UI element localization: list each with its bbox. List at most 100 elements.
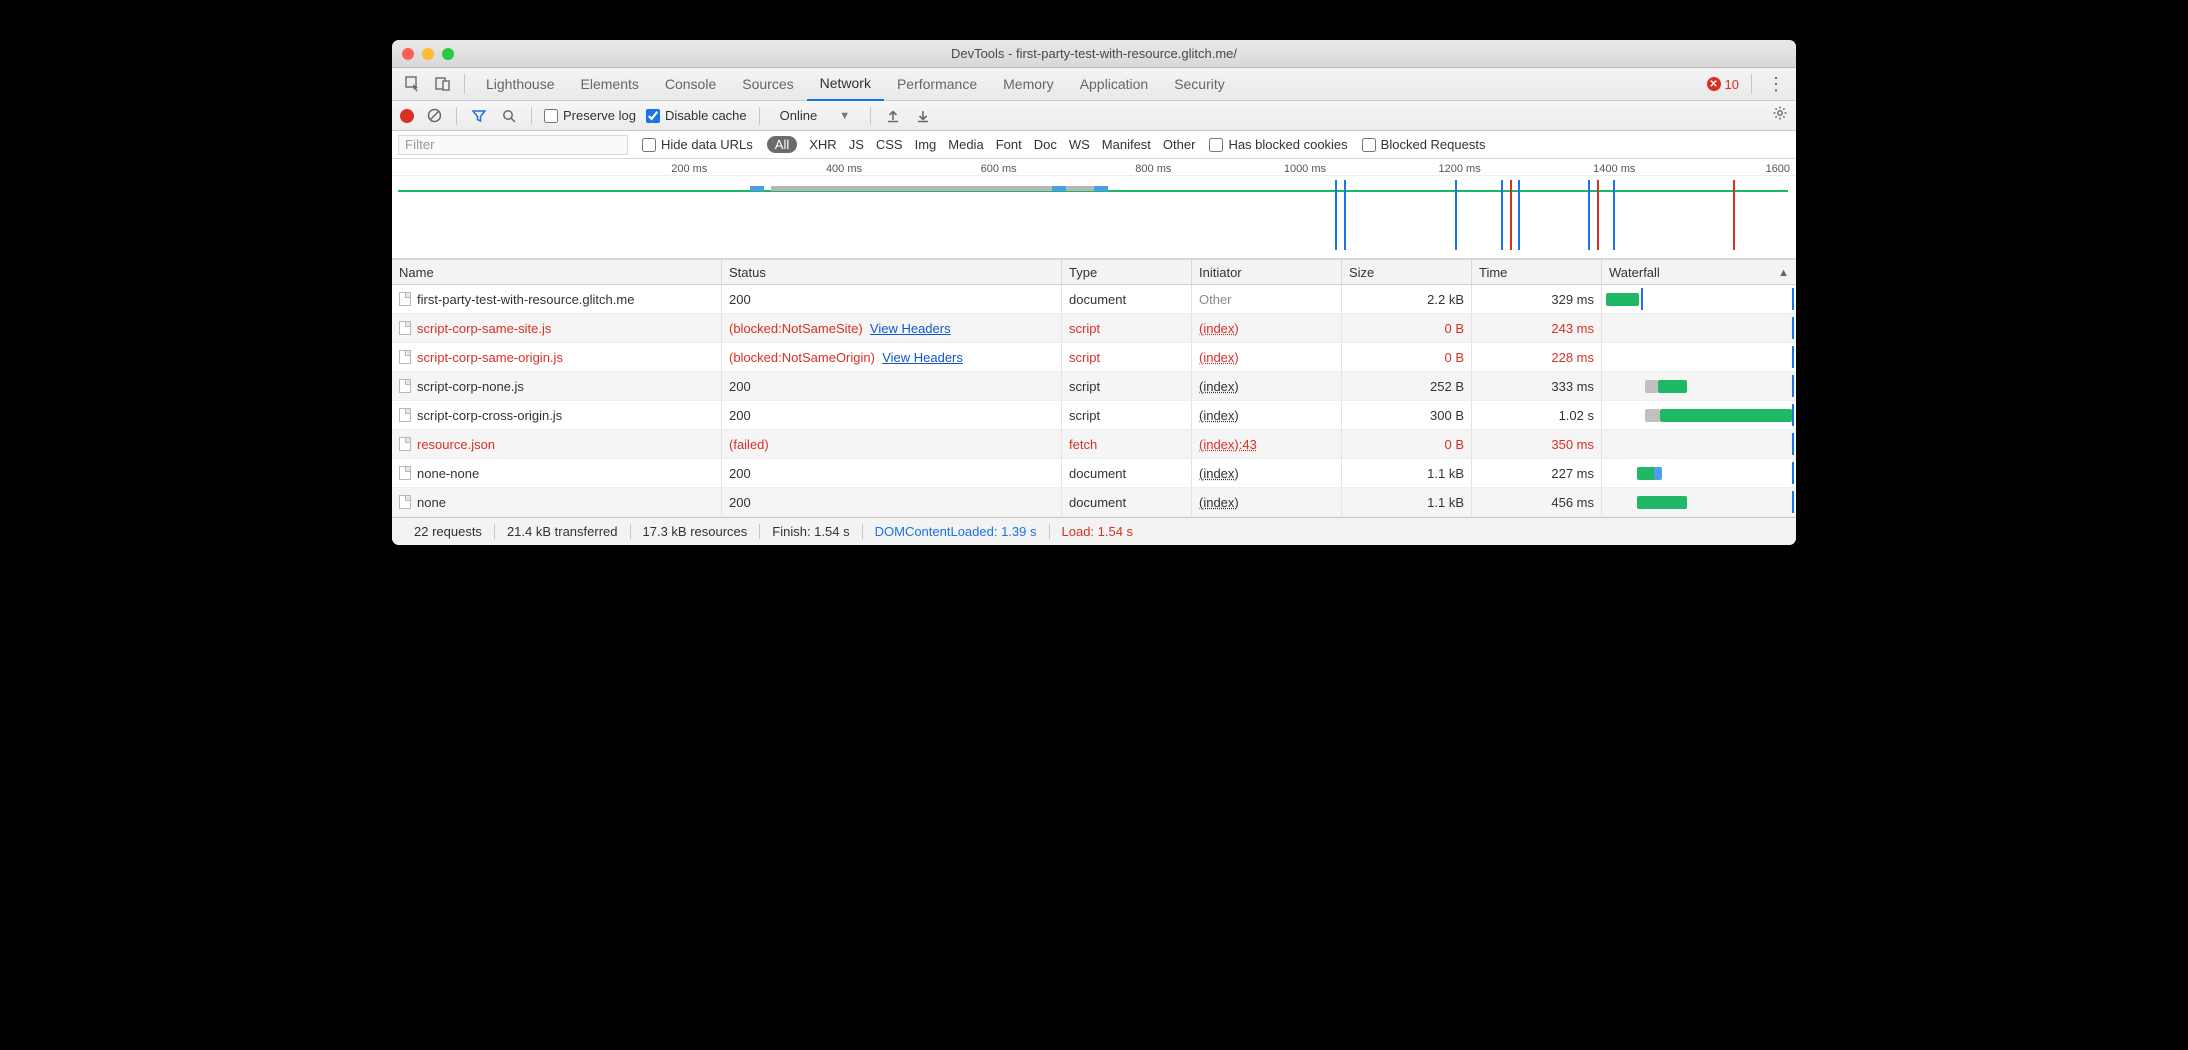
col-status[interactable]: Status bbox=[722, 260, 1062, 285]
col-size[interactable]: Size bbox=[1342, 260, 1472, 285]
col-time[interactable]: Time bbox=[1472, 260, 1602, 285]
disable-cache-input[interactable] bbox=[646, 109, 660, 123]
throttling-select[interactable]: Online ▼ bbox=[772, 106, 858, 125]
clear-icon[interactable] bbox=[424, 108, 444, 123]
cell-size: 1.1 kB bbox=[1342, 459, 1472, 487]
filter-type-all[interactable]: All bbox=[767, 136, 797, 153]
col-initiator[interactable]: Initiator bbox=[1192, 260, 1342, 285]
filter-type-xhr[interactable]: XHR bbox=[809, 137, 836, 152]
tab-performance[interactable]: Performance bbox=[884, 68, 990, 101]
col-type[interactable]: Type bbox=[1062, 260, 1192, 285]
timeline-tick: 1400 ms bbox=[1481, 163, 1636, 175]
timeline-segment bbox=[1094, 186, 1108, 191]
error-icon: ✕ bbox=[1707, 77, 1721, 91]
table-row[interactable]: none-none200document(index)1.1 kB227 ms bbox=[392, 459, 1796, 488]
upload-icon[interactable] bbox=[883, 109, 903, 123]
cell-status: (failed) bbox=[722, 430, 1062, 458]
waterfall-end-marker bbox=[1792, 346, 1794, 368]
disable-cache-checkbox[interactable]: Disable cache bbox=[646, 108, 747, 123]
filter-type-ws[interactable]: WS bbox=[1069, 137, 1090, 152]
separator bbox=[456, 107, 457, 125]
blocked-requests-checkbox[interactable]: Blocked Requests bbox=[1362, 137, 1486, 152]
cell-waterfall bbox=[1602, 488, 1796, 516]
filter-type-img[interactable]: Img bbox=[915, 137, 937, 152]
cell-waterfall bbox=[1602, 401, 1796, 429]
filter-input[interactable] bbox=[398, 135, 628, 155]
network-toolbar: Preserve log Disable cache Online ▼ bbox=[392, 101, 1796, 131]
table-row[interactable]: script-corp-same-origin.js(blocked:NotSa… bbox=[392, 343, 1796, 372]
inspect-element-icon[interactable] bbox=[400, 71, 426, 97]
initiator-link[interactable]: (index) bbox=[1199, 408, 1239, 423]
table-body[interactable]: first-party-test-with-resource.glitch.me… bbox=[392, 285, 1796, 517]
table-row[interactable]: first-party-test-with-resource.glitch.me… bbox=[392, 285, 1796, 314]
filter-type-css[interactable]: CSS bbox=[876, 137, 903, 152]
cell-time: 333 ms bbox=[1472, 372, 1602, 400]
filter-type-font[interactable]: Font bbox=[996, 137, 1022, 152]
tab-application[interactable]: Application bbox=[1067, 68, 1162, 101]
tab-console[interactable]: Console bbox=[652, 68, 729, 101]
waterfall-end-marker bbox=[1792, 491, 1794, 513]
filter-type-js[interactable]: JS bbox=[849, 137, 864, 152]
filter-type-doc[interactable]: Doc bbox=[1034, 137, 1057, 152]
window-title: DevTools - first-party-test-with-resourc… bbox=[392, 46, 1796, 61]
timeline-marker bbox=[1613, 180, 1615, 250]
status-resources: 17.3 kB resources bbox=[631, 524, 761, 539]
view-headers-link[interactable]: View Headers bbox=[870, 321, 951, 336]
file-icon bbox=[399, 321, 411, 335]
cell-size: 2.2 kB bbox=[1342, 285, 1472, 313]
device-toolbar-icon[interactable] bbox=[430, 71, 456, 97]
timeline-marker bbox=[1588, 180, 1590, 250]
timeline-overview[interactable]: 200 ms400 ms600 ms800 ms1000 ms1200 ms14… bbox=[392, 159, 1796, 259]
record-button[interactable] bbox=[400, 109, 414, 123]
cell-waterfall bbox=[1602, 285, 1796, 313]
status-bar: 22 requests 21.4 kB transferred 17.3 kB … bbox=[392, 517, 1796, 545]
waterfall-bar bbox=[1645, 409, 1661, 422]
cell-waterfall bbox=[1602, 430, 1796, 458]
has-blocked-cookies-checkbox[interactable]: Has blocked cookies bbox=[1209, 137, 1347, 152]
initiator-link[interactable]: (index) bbox=[1199, 379, 1239, 394]
more-menu-icon[interactable]: ⋮ bbox=[1764, 74, 1788, 95]
view-headers-link[interactable]: View Headers bbox=[882, 350, 963, 365]
preserve-log-checkbox[interactable]: Preserve log bbox=[544, 108, 636, 123]
timeline-tick: 800 ms bbox=[1017, 163, 1172, 175]
tab-network[interactable]: Network bbox=[807, 68, 884, 101]
cell-name: resource.json bbox=[392, 430, 722, 458]
waterfall-bar bbox=[1645, 380, 1659, 393]
cell-time: 350 ms bbox=[1472, 430, 1602, 458]
initiator-link[interactable]: (index) bbox=[1199, 495, 1239, 510]
file-icon bbox=[399, 379, 411, 393]
tab-memory[interactable]: Memory bbox=[990, 68, 1067, 101]
preserve-log-input[interactable] bbox=[544, 109, 558, 123]
initiator-link[interactable]: (index) bbox=[1199, 321, 1239, 336]
filter-type-manifest[interactable]: Manifest bbox=[1102, 137, 1151, 152]
tab-sources[interactable]: Sources bbox=[729, 68, 806, 101]
hide-data-urls-checkbox[interactable]: Hide data URLs bbox=[642, 137, 753, 152]
search-icon[interactable] bbox=[499, 109, 519, 123]
table-row[interactable]: resource.json(failed)fetch(index):430 B3… bbox=[392, 430, 1796, 459]
table-row[interactable]: script-corp-same-site.js(blocked:NotSame… bbox=[392, 314, 1796, 343]
download-icon[interactable] bbox=[913, 109, 933, 123]
initiator-link[interactable]: (index):43 bbox=[1199, 437, 1257, 452]
filter-type-media[interactable]: Media bbox=[948, 137, 983, 152]
col-waterfall[interactable]: Waterfall▲ bbox=[1602, 260, 1796, 285]
cell-initiator: (index) bbox=[1192, 401, 1342, 429]
initiator-link[interactable]: (index) bbox=[1199, 466, 1239, 481]
cell-status: 200 bbox=[722, 488, 1062, 516]
filter-type-other[interactable]: Other bbox=[1163, 137, 1196, 152]
tab-elements[interactable]: Elements bbox=[568, 68, 652, 101]
timeline-marker bbox=[1597, 180, 1599, 250]
status-finish: Finish: 1.54 s bbox=[760, 524, 862, 539]
settings-icon[interactable] bbox=[1772, 105, 1788, 126]
table-row[interactable]: none200document(index)1.1 kB456 ms bbox=[392, 488, 1796, 517]
col-name[interactable]: Name bbox=[392, 260, 722, 285]
table-row[interactable]: script-corp-cross-origin.js200script(ind… bbox=[392, 401, 1796, 430]
filter-icon[interactable] bbox=[469, 109, 489, 123]
error-count-badge[interactable]: ✕ 10 bbox=[1707, 77, 1739, 92]
initiator-link[interactable]: (index) bbox=[1199, 350, 1239, 365]
requests-table: Name Status Type Initiator Size Time Wat… bbox=[392, 259, 1796, 517]
cell-status: 200 bbox=[722, 372, 1062, 400]
tab-lighthouse[interactable]: Lighthouse bbox=[473, 68, 568, 101]
cell-status: 200 bbox=[722, 459, 1062, 487]
table-row[interactable]: script-corp-none.js200script(index)252 B… bbox=[392, 372, 1796, 401]
tab-security[interactable]: Security bbox=[1161, 68, 1238, 101]
